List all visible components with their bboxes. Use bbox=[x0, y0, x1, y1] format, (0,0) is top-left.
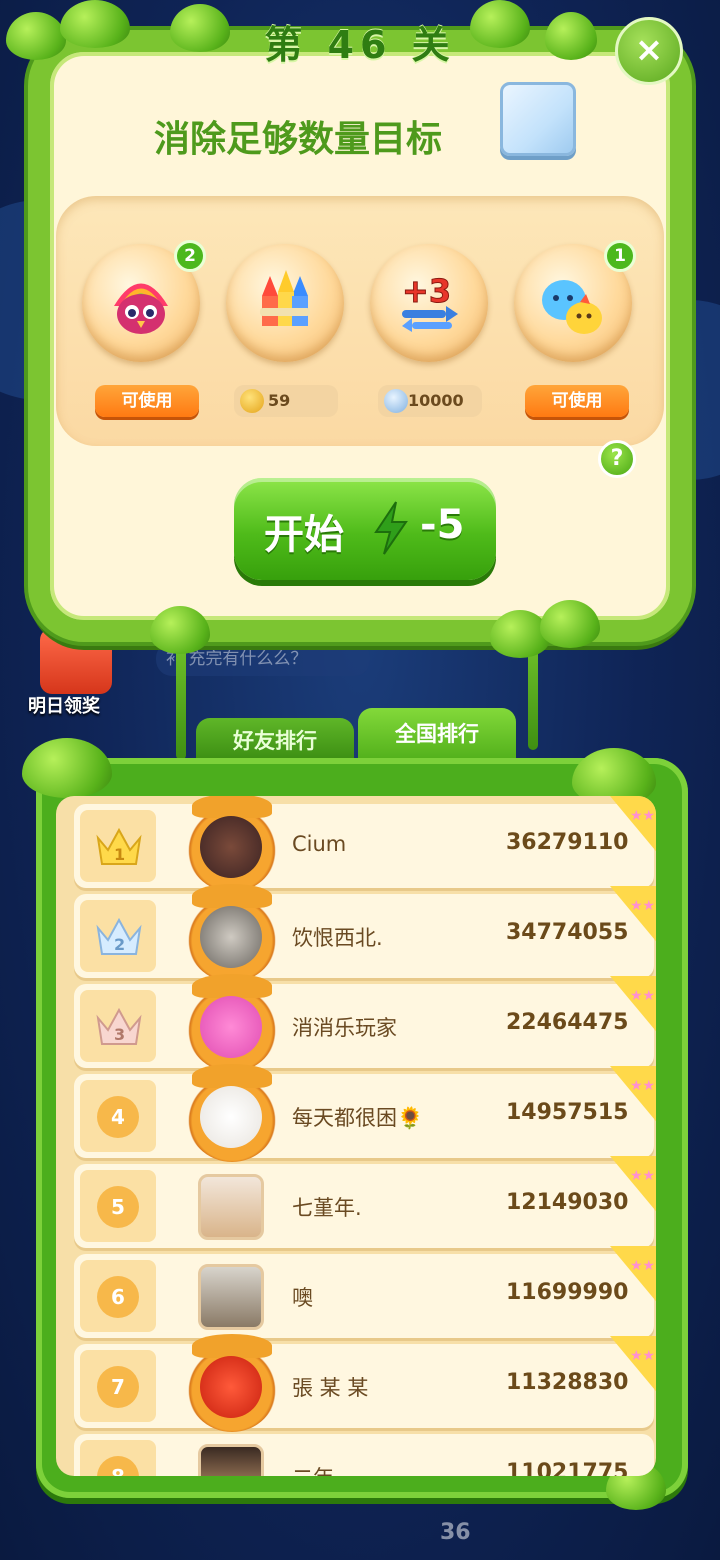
rank-box: 2 bbox=[80, 900, 156, 972]
svg-text:★★: ★★ bbox=[630, 1258, 655, 1274]
avatar[interactable] bbox=[198, 1174, 264, 1240]
player-name: 七堇年. bbox=[292, 1196, 362, 1220]
leaderboard-row[interactable]: 4 每天都很困🌻 14957515 ★★ bbox=[74, 1064, 656, 1162]
booster-rocket[interactable] bbox=[226, 244, 344, 362]
player-name: 每天都很困🌻 bbox=[292, 1106, 424, 1130]
svg-text:★★: ★★ bbox=[630, 1078, 655, 1094]
svg-text:★★: ★★ bbox=[630, 988, 655, 1004]
leaderboard-row[interactable]: 2 饮恨西北. 34774055 ★★ bbox=[74, 884, 656, 982]
tab-friends-ranking[interactable]: 好友排行 bbox=[196, 718, 354, 762]
booster-price-silver[interactable]: 10000 bbox=[378, 385, 482, 417]
booster-price-label: 59 bbox=[268, 391, 291, 410]
avatar[interactable] bbox=[200, 996, 262, 1058]
booster-plus3[interactable]: +3 bbox=[370, 244, 488, 362]
silver-coin-icon bbox=[384, 389, 408, 413]
svg-text:1: 1 bbox=[114, 845, 125, 864]
leaderboard-row[interactable]: 7 張 某 某 11328830 ★★ bbox=[74, 1334, 656, 1432]
rank-box: 8 bbox=[80, 1440, 156, 1476]
booster-count-badge: 1 bbox=[604, 240, 636, 272]
rank-number: 6 bbox=[97, 1276, 139, 1318]
star-ribbon-icon: ★★ bbox=[610, 1066, 656, 1122]
page-number: 36 bbox=[440, 1520, 471, 1545]
rank-box: 6 bbox=[80, 1260, 156, 1332]
leaderboard-row[interactable]: 8 二年 11021775 bbox=[74, 1434, 654, 1476]
rank-box: 3 bbox=[80, 990, 156, 1062]
star-ribbon-icon: ★★ bbox=[610, 796, 656, 852]
lightning-energy-icon bbox=[374, 501, 408, 555]
avatar[interactable] bbox=[200, 1086, 262, 1148]
rank-box: 5 bbox=[80, 1170, 156, 1242]
booster-use-button[interactable]: 可使用 bbox=[95, 385, 199, 417]
star-ribbon-icon: ★★ bbox=[610, 976, 656, 1032]
booster-price-coin[interactable]: 59 bbox=[234, 385, 338, 417]
leaderboard-row[interactable]: 5 七堇年. 12149030 ★★ bbox=[74, 1156, 656, 1248]
svg-text:+3: +3 bbox=[402, 272, 451, 310]
star-ribbon-icon: ★★ bbox=[610, 1246, 656, 1302]
player-name: 二年 bbox=[292, 1462, 334, 1476]
booster-use-button[interactable]: 可使用 bbox=[525, 385, 629, 417]
start-button[interactable]: 开始 -5 bbox=[234, 478, 496, 580]
help-button[interactable]: ? bbox=[598, 440, 636, 478]
vine-stem-left bbox=[176, 640, 186, 760]
player-name: Cium bbox=[292, 832, 347, 856]
booster-count-badge: 2 bbox=[174, 240, 206, 272]
avatar[interactable] bbox=[200, 1356, 262, 1418]
firework-rocket-icon bbox=[260, 270, 310, 326]
leaf-decoration bbox=[22, 738, 112, 798]
rank-number: 5 bbox=[97, 1186, 139, 1228]
booster-price-label: 10000 bbox=[408, 391, 464, 410]
rank-number: 4 bbox=[97, 1096, 139, 1138]
daily-reward-label[interactable]: 明日领奖 bbox=[28, 692, 100, 718]
player-name: 饮恨西北. bbox=[292, 926, 383, 950]
player-name: 張 某 某 bbox=[292, 1376, 369, 1400]
rank-box: 1 bbox=[80, 810, 156, 882]
leaderboard-row[interactable]: 3 消消乐玩家 22464475 ★★ bbox=[74, 974, 656, 1072]
level-title: 第 46 关 bbox=[264, 23, 456, 67]
avatar[interactable] bbox=[198, 1264, 264, 1330]
star-ribbon-icon: ★★ bbox=[610, 886, 656, 942]
player-name: 消消乐玩家 bbox=[292, 1016, 397, 1040]
rank-number: 8 bbox=[97, 1456, 139, 1476]
player-name: 噢 bbox=[292, 1286, 313, 1310]
avatar[interactable] bbox=[200, 816, 262, 878]
silver-crown-icon: 2 bbox=[96, 917, 142, 955]
svg-text:★★: ★★ bbox=[630, 1168, 655, 1184]
close-button[interactable]: × bbox=[615, 17, 683, 85]
ice-block-icon bbox=[500, 82, 576, 156]
star-ribbon-icon: ★★ bbox=[610, 1156, 656, 1212]
svg-text:2: 2 bbox=[114, 935, 125, 954]
star-ribbon-icon: ★★ bbox=[610, 1336, 656, 1392]
svg-text:3: 3 bbox=[114, 1025, 125, 1044]
player-score: 11021775 bbox=[506, 1460, 629, 1476]
plus3-steps-icon: +3 bbox=[402, 272, 458, 332]
svg-text:★★: ★★ bbox=[630, 808, 655, 824]
leaderboard-row[interactable]: 1 Cium 36279110 ★★ bbox=[74, 796, 656, 892]
animal-pair-icon bbox=[542, 280, 602, 334]
bronze-crown-icon: 3 bbox=[96, 1007, 142, 1045]
leaderboard-list[interactable]: 1 Cium 36279110 ★★ 2 饮恨西北. 34774055 ★★ 3… bbox=[56, 796, 656, 1476]
start-label: 开始 bbox=[264, 512, 344, 558]
energy-cost: -5 bbox=[420, 502, 465, 548]
svg-text:★★: ★★ bbox=[630, 898, 655, 914]
gold-coin-icon bbox=[240, 389, 264, 413]
gold-crown-icon: 1 bbox=[96, 827, 142, 865]
goal-text: 消除足够数量目标 bbox=[154, 119, 443, 160]
avatar[interactable] bbox=[200, 906, 262, 968]
svg-text:★★: ★★ bbox=[630, 1348, 655, 1364]
tab-national-ranking[interactable]: 全国排行 bbox=[358, 708, 516, 760]
rank-number: 7 bbox=[97, 1366, 139, 1408]
rank-box: 4 bbox=[80, 1080, 156, 1152]
rank-box: 7 bbox=[80, 1350, 156, 1422]
rainbow-bird-icon bbox=[114, 283, 168, 334]
avatar[interactable] bbox=[198, 1444, 264, 1476]
leaderboard-row[interactable]: 6 噢 11699990 ★★ bbox=[74, 1246, 656, 1338]
